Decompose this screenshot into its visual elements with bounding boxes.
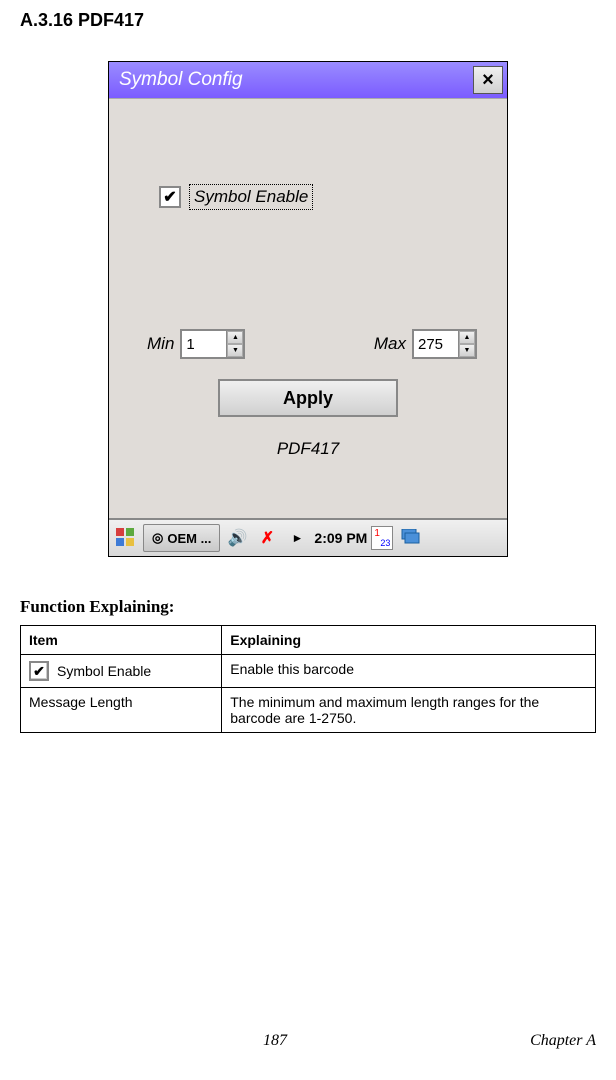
item-label: Symbol Enable xyxy=(57,663,151,679)
min-label: Min xyxy=(147,334,174,354)
table-row: ✔ Symbol Enable Enable this barcode xyxy=(21,655,596,688)
cell-explaining: Enable this barcode xyxy=(222,655,596,688)
min-spinner: ▲ ▼ xyxy=(180,329,245,359)
max-down-button[interactable]: ▼ xyxy=(459,344,475,357)
close-icon: × xyxy=(482,69,494,92)
input-panel-icon[interactable] xyxy=(371,526,393,550)
page-number: 187 xyxy=(20,1032,530,1050)
cell-item: Message Length xyxy=(21,688,222,733)
max-spinner: ▲ ▼ xyxy=(412,329,477,359)
close-button[interactable]: × xyxy=(473,66,503,94)
symbol-enable-row: ✔ Symbol Enable xyxy=(159,184,313,210)
window-title: Symbol Config xyxy=(113,69,243,91)
network-disabled-icon[interactable]: ✗ xyxy=(254,525,280,551)
min-spinner-buttons: ▲ ▼ xyxy=(226,331,243,357)
max-up-button[interactable]: ▲ xyxy=(459,331,475,344)
min-field-group: Min ▲ ▼ xyxy=(147,329,245,359)
function-explaining-heading: Function Explaining: xyxy=(20,597,596,617)
max-field-group: Max ▲ ▼ xyxy=(374,329,477,359)
clock-time[interactable]: 2:09 PM xyxy=(314,530,367,546)
cell-item: ✔ Symbol Enable xyxy=(21,655,222,688)
max-spinner-buttons: ▲ ▼ xyxy=(458,331,475,357)
barcode-name-label: PDF417 xyxy=(277,439,339,459)
table-header-row: Item Explaining xyxy=(21,626,596,655)
taskbar: ◎ OEM ... 🔊 ✗ ► 2:09 PM xyxy=(109,518,507,556)
chapter-label: Chapter A xyxy=(530,1032,596,1050)
symbol-enable-checkbox[interactable]: ✔ xyxy=(159,186,181,208)
window-body: ✔ Symbol Enable Min ▲ ▼ Max ▲ xyxy=(109,98,507,518)
min-max-row: Min ▲ ▼ Max ▲ ▼ xyxy=(147,329,477,359)
task-oem-button[interactable]: ◎ OEM ... xyxy=(143,524,220,552)
volume-icon[interactable]: 🔊 xyxy=(224,525,250,551)
header-item: Item xyxy=(21,626,222,655)
checkbox-icon: ✔ xyxy=(29,661,49,681)
time-prefix-icon: ► xyxy=(284,525,310,551)
min-up-button[interactable]: ▲ xyxy=(227,331,243,344)
titlebar: Symbol Config × xyxy=(109,62,507,98)
max-input[interactable] xyxy=(414,331,458,357)
min-down-button[interactable]: ▼ xyxy=(227,344,243,357)
screenshot-window: Symbol Config × ✔ Symbol Enable Min ▲ ▼ xyxy=(108,61,508,557)
explain-table: Item Explaining ✔ Symbol Enable Enable t… xyxy=(20,625,596,733)
task-oem-label: OEM ... xyxy=(167,531,211,546)
page-footer: 187 Chapter A xyxy=(20,1032,596,1050)
table-row: Message Length The minimum and maximum l… xyxy=(21,688,596,733)
oem-icon: ◎ xyxy=(152,530,163,546)
apply-button[interactable]: Apply xyxy=(218,379,398,417)
start-icon[interactable] xyxy=(113,525,139,551)
symbol-enable-label: Symbol Enable xyxy=(189,184,313,210)
max-label: Max xyxy=(374,334,406,354)
section-heading: A.3.16 PDF417 xyxy=(20,10,596,31)
header-explaining: Explaining xyxy=(222,626,596,655)
min-input[interactable] xyxy=(182,331,226,357)
desktop-icon[interactable] xyxy=(397,525,423,551)
cell-explaining: The minimum and maximum length ranges fo… xyxy=(222,688,596,733)
